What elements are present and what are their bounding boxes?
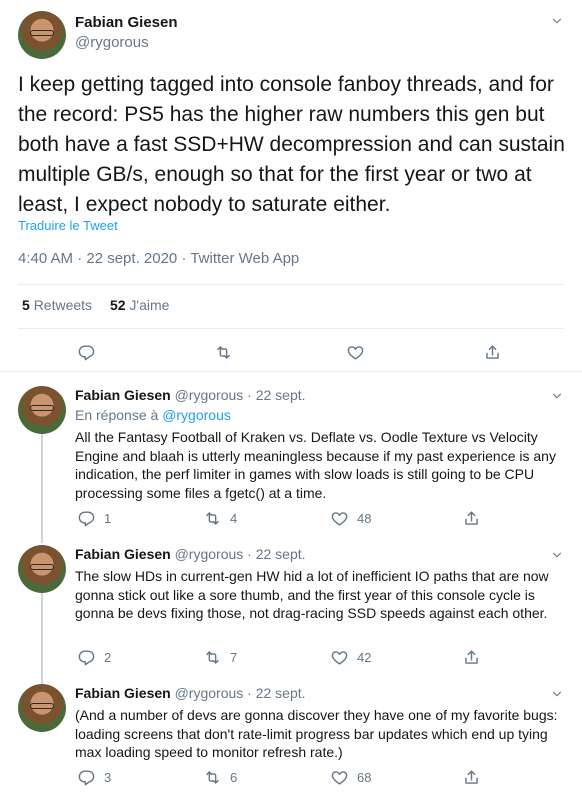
retweets-stat[interactable]: 5 Retweets [22, 297, 92, 313]
divider [18, 328, 564, 329]
reply-tweet[interactable]: Fabian Giesen @rygorous · 22 sept. En ré… [0, 381, 582, 543]
author-handle[interactable]: @rygorous [175, 685, 244, 701]
reply-icon [77, 343, 96, 362]
author-name[interactable]: Fabian Giesen [75, 14, 178, 31]
avatar[interactable] [18, 11, 66, 59]
reply-button[interactable] [77, 343, 96, 362]
thread-line [41, 592, 43, 687]
like-button[interactable]: 48 [330, 509, 371, 528]
reply-button[interactable]: 2 [77, 648, 111, 667]
reply-icon [77, 509, 96, 528]
share-icon [462, 509, 481, 528]
like-count: 42 [357, 650, 372, 665]
author-handle[interactable]: @rygorous [175, 546, 244, 562]
like-button[interactable]: 42 [330, 648, 371, 667]
author-handle[interactable]: @rygorous [75, 34, 149, 51]
likes-stat[interactable]: 52 J'aime [110, 297, 170, 313]
reply-to-handle[interactable]: @rygorous [162, 407, 231, 423]
share-button[interactable] [462, 509, 481, 528]
chevron-down-icon[interactable] [550, 687, 564, 701]
share-button[interactable] [462, 768, 481, 787]
retweet-count: 4 [230, 511, 238, 526]
retweet-icon [214, 343, 233, 362]
likes-count: 52 [109, 297, 126, 313]
reply-button[interactable]: 3 [77, 768, 111, 787]
reply-text: The slow HDs in current-gen HW hid a lot… [75, 568, 549, 621]
tweet-timestamp[interactable]: 4:40 AM · 22 sept. 2020 · Twitter Web Ap… [18, 250, 299, 267]
like-button[interactable]: 68 [330, 768, 371, 787]
like-icon [346, 343, 365, 362]
avatar[interactable] [18, 545, 66, 593]
author-name[interactable]: Fabian Giesen [75, 685, 171, 701]
retweet-icon [203, 768, 222, 787]
share-icon [462, 648, 481, 667]
retweet-count: 6 [230, 770, 238, 785]
retweet-count: 7 [230, 650, 238, 665]
reply-icon [77, 768, 96, 787]
like-count: 68 [357, 770, 372, 785]
reply-text: (And a number of devs are gonna discover… [75, 707, 558, 760]
share-button[interactable] [483, 343, 502, 362]
retweets-label: Retweets [33, 297, 93, 313]
author-name[interactable]: Fabian Giesen [75, 387, 171, 403]
reply-count: 1 [104, 511, 112, 526]
retweet-icon [203, 648, 222, 667]
reply-tweet[interactable]: Fabian Giesen @rygorous · 22 sept. (And … [0, 679, 582, 800]
reply-text: All the Fantasy Football of Kraken vs. D… [75, 429, 556, 501]
divider [18, 284, 564, 285]
author-name[interactable]: Fabian Giesen [75, 546, 171, 562]
reply-to: En réponse à @rygorous [75, 407, 231, 423]
retweet-icon [203, 509, 222, 528]
like-count: 48 [357, 511, 372, 526]
like-icon [330, 768, 349, 787]
chevron-down-icon[interactable] [550, 14, 564, 28]
reply-header: Fabian Giesen @rygorous · 22 sept. [75, 546, 306, 562]
retweet-button[interactable]: 7 [203, 648, 237, 667]
reply-count: 2 [104, 650, 112, 665]
avatar[interactable] [18, 386, 66, 434]
reply-icon [77, 648, 96, 667]
like-button[interactable] [346, 343, 365, 362]
reply-date[interactable]: · 22 sept. [247, 387, 305, 403]
like-icon [330, 509, 349, 528]
avatar[interactable] [18, 684, 66, 732]
tweet-text: I keep getting tagged into console fanbo… [18, 73, 565, 216]
reply-header: Fabian Giesen @rygorous · 22 sept. [75, 387, 306, 403]
likes-label: J'aime [129, 297, 170, 313]
share-icon [462, 768, 481, 787]
chevron-down-icon[interactable] [550, 389, 564, 403]
reply-tweet[interactable]: Fabian Giesen @rygorous · 22 sept. The s… [0, 540, 582, 687]
chevron-down-icon[interactable] [550, 548, 564, 562]
thread-line [41, 433, 43, 543]
reply-count: 3 [104, 770, 112, 785]
retweet-button[interactable]: 6 [203, 768, 237, 787]
like-icon [330, 648, 349, 667]
retweet-button[interactable]: 4 [203, 509, 237, 528]
translate-link[interactable]: Traduire le Tweet [18, 218, 118, 233]
author-handle[interactable]: @rygorous [175, 387, 244, 403]
reply-date[interactable]: · 22 sept. [247, 546, 305, 562]
reply-date[interactable]: · 22 sept. [247, 685, 305, 701]
share-icon [483, 343, 502, 362]
tweet-stats: 5 Retweets 52 J'aime [22, 297, 169, 313]
reply-header: Fabian Giesen @rygorous · 22 sept. [75, 685, 306, 701]
reply-to-prefix: En réponse à [75, 407, 159, 423]
reply-button[interactable]: 1 [77, 509, 111, 528]
main-tweet: Fabian Giesen @rygorous I keep getting t… [0, 0, 582, 372]
retweet-button[interactable] [214, 343, 233, 362]
share-button[interactable] [462, 648, 481, 667]
retweets-count: 5 [22, 297, 30, 313]
